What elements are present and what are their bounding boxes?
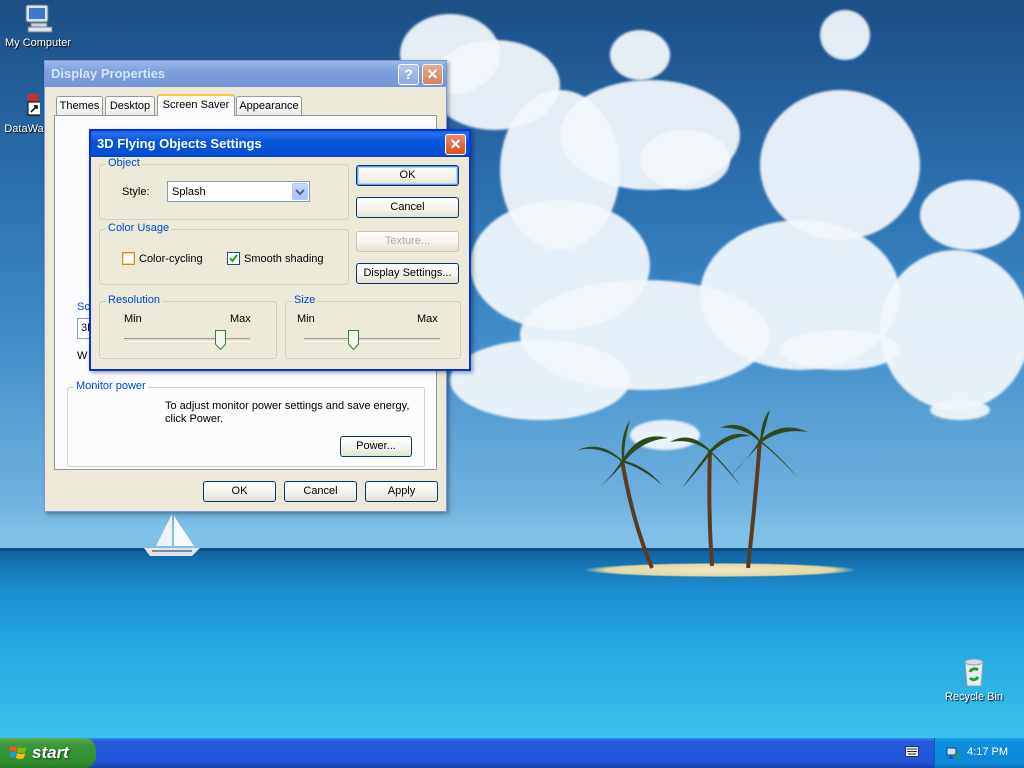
color-cycling-label[interactable]: Color-cycling <box>139 253 203 265</box>
size-group: Size <box>285 294 461 359</box>
dialog-close-button[interactable]: ✕ <box>445 134 466 155</box>
display-settings-button[interactable]: Display Settings... <box>356 263 459 284</box>
windows-logo-icon <box>9 746 26 759</box>
smooth-shading-label[interactable]: Smooth shading <box>244 253 324 265</box>
clock[interactable]: 4:17 PM <box>967 746 1008 758</box>
taskbar: start 4:17 PM <box>0 738 1024 768</box>
flying-objects-settings-dialog: 3D Flying Objects Settings ✕ Object Styl… <box>89 129 471 371</box>
resolution-group-label: Resolution <box>106 294 162 306</box>
system-tray: 4:17 PM <box>934 738 1024 768</box>
color-usage-group-label: Color Usage <box>106 222 172 234</box>
cancel-button[interactable]: Cancel <box>284 481 357 502</box>
chevron-down-icon[interactable] <box>292 183 308 200</box>
tab-appearance[interactable]: Appearance <box>236 96 302 115</box>
apply-button[interactable]: Apply <box>365 481 438 502</box>
tab-desktop[interactable]: Desktop <box>105 96 155 115</box>
smooth-shading-checkbox[interactable] <box>227 252 240 265</box>
dialog-cancel-button[interactable]: Cancel <box>356 197 459 218</box>
resolution-slider-thumb[interactable] <box>214 330 226 350</box>
dialog-ok-button[interactable]: OK <box>356 165 459 186</box>
size-min-label: Min <box>297 313 315 325</box>
power-button[interactable]: Power... <box>340 436 412 457</box>
size-slider-thumb[interactable] <box>347 330 359 350</box>
my-computer-icon <box>25 4 53 33</box>
resolution-max-label: Max <box>230 313 251 325</box>
desktop-icon-my-computer[interactable]: My Computer <box>2 2 74 49</box>
help-button[interactable]: ? <box>398 64 419 85</box>
monitor-power-label: Monitor power <box>74 380 148 392</box>
window-title: Display Properties <box>51 66 166 81</box>
dialog-title: 3D Flying Objects Settings <box>97 136 262 151</box>
size-group-label: Size <box>292 294 318 306</box>
desktop-icon-label: Recycle Bin <box>944 691 1004 703</box>
monitor-power-text: To adjust monitor power settings and sav… <box>165 400 410 425</box>
tab-themes[interactable]: Themes <box>56 96 103 115</box>
resolution-group: Resolution <box>99 294 277 359</box>
desktop-icon-label: My Computer <box>4 37 72 49</box>
display-properties-titlebar[interactable]: Display Properties ? ✕ <box>45 61 446 87</box>
wait-label-fragment: W <box>77 350 88 362</box>
screen-saver-group-label-fragment: Sc <box>77 301 90 313</box>
size-max-label: Max <box>417 313 438 325</box>
sea <box>0 548 1024 738</box>
desktop-icon-label: DataWa <box>4 123 44 135</box>
size-slider-track[interactable] <box>304 338 440 342</box>
checkmark-icon <box>229 254 238 263</box>
sailboat <box>144 514 200 556</box>
object-group-label: Object <box>106 157 142 169</box>
close-button[interactable]: ✕ <box>422 64 443 85</box>
color-cycling-checkbox[interactable] <box>122 252 135 265</box>
texture-button[interactable]: Texture... <box>356 231 459 252</box>
network-tray-icon[interactable] <box>945 745 961 761</box>
shortcut-icon <box>27 94 40 116</box>
recycle-bin-icon <box>964 658 984 687</box>
desktop-icon-recycle-bin[interactable]: Recycle Bin <box>942 656 1006 703</box>
palm-trees <box>578 410 808 569</box>
keyboard-tray-icon[interactable] <box>905 746 919 757</box>
resolution-slider-track[interactable] <box>124 338 250 342</box>
desktop-icon-datawa[interactable]: DataWa <box>0 90 48 135</box>
style-dropdown[interactable]: Splash <box>167 181 310 202</box>
tab-screen-saver[interactable]: Screen Saver <box>157 94 235 116</box>
flying-objects-titlebar[interactable]: 3D Flying Objects Settings ✕ <box>91 131 469 157</box>
start-button[interactable]: start <box>0 738 96 768</box>
ok-button[interactable]: OK <box>203 481 276 502</box>
resolution-min-label: Min <box>124 313 142 325</box>
start-label: start <box>32 743 69 762</box>
style-value: Splash <box>172 186 206 198</box>
style-label: Style: <box>122 186 150 198</box>
